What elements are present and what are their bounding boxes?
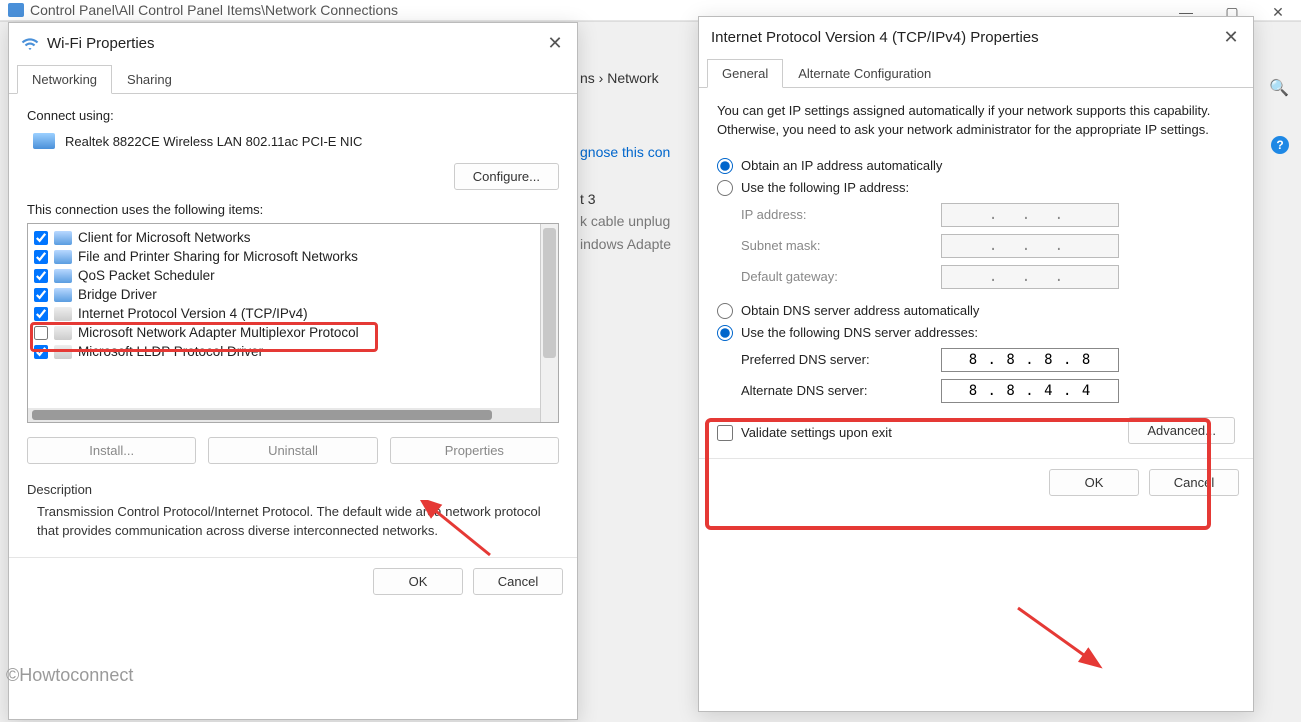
tab-sharing[interactable]: Sharing [112,65,187,94]
network-component-icon [54,288,72,302]
radio-use-dns-label: Use the following DNS server addresses: [741,325,978,340]
cancel-button[interactable]: Cancel [1149,469,1239,496]
diagnose-link[interactable]: gnose this con [580,144,670,160]
wifi-properties-dialog: Wi-Fi Properties ✕ Networking Sharing Co… [8,22,578,720]
item-checkbox[interactable] [34,250,48,264]
install-button[interactable]: Install... [27,437,196,464]
subnet-mask-label: Subnet mask: [741,238,941,253]
preferred-dns-label: Preferred DNS server: [741,352,941,367]
item-label: Client for Microsoft Networks [78,230,251,245]
list-item[interactable]: Microsoft LLDP Protocol Driver [28,342,540,361]
network-component-icon [54,250,72,264]
ok-button[interactable]: OK [373,568,463,595]
item-label: QoS Packet Scheduler [78,268,215,283]
list-item[interactable]: Internet Protocol Version 4 (TCP/IPv4) [28,304,540,323]
adapter-name: Realtek 8822CE Wireless LAN 802.11ac PCI… [65,134,362,149]
configure-button[interactable]: Configure... [454,163,559,190]
item-checkbox[interactable] [34,307,48,321]
ip-address-label: IP address: [741,207,941,222]
radio-obtain-ip-auto[interactable] [717,158,733,174]
info-text: You can get IP settings assigned automat… [717,102,1235,140]
list-item[interactable]: Microsoft Network Adapter Multiplexor Pr… [28,323,540,342]
default-gateway-input: . . . [941,265,1119,289]
close-icon[interactable]: ✕ [545,33,565,54]
preferred-dns-input[interactable]: 8 . 8 . 8 . 8 [941,348,1119,372]
radio-obtain-ip-label: Obtain an IP address automatically [741,158,942,173]
validate-label: Validate settings upon exit [741,425,892,440]
uninstall-button[interactable]: Uninstall [208,437,377,464]
network-component-icon [54,231,72,245]
radio-obtain-dns-auto[interactable] [717,303,733,319]
adapter-icon [33,133,55,149]
dialog-title: Wi-Fi Properties [47,35,155,52]
cancel-button[interactable]: Cancel [473,568,563,595]
item-label: Microsoft Network Adapter Multiplexor Pr… [78,325,359,340]
advanced-button[interactable]: Advanced... [1128,417,1235,444]
breadcrumb[interactable]: ns › Network [580,70,659,86]
description-text: Transmission Control Protocol/Internet P… [27,501,559,543]
alternate-dns-label: Alternate DNS server: [741,383,941,398]
watermark: ©Howtoconnect [6,665,133,686]
description-legend: Description [27,482,559,497]
help-icon[interactable]: ? [1271,136,1289,154]
ok-button[interactable]: OK [1049,469,1139,496]
ip-address-input: . . . [941,203,1119,227]
item-label: Internet Protocol Version 4 (TCP/IPv4) [78,306,308,321]
item-checkbox[interactable] [34,231,48,245]
protocol-icon [54,307,72,321]
close-icon[interactable]: ✕ [1221,27,1241,48]
item-checkbox[interactable] [34,288,48,302]
tab-networking[interactable]: Networking [17,65,112,94]
list-item[interactable]: Client for Microsoft Networks [28,228,540,247]
item-label: Bridge Driver [78,287,157,302]
scrollbar-horizontal[interactable] [28,408,540,422]
wifi-icon [21,35,39,53]
search-icon[interactable]: 🔍 [1269,78,1289,98]
tab-general[interactable]: General [707,59,783,88]
alternate-dns-input[interactable]: 8 . 8 . 4 . 4 [941,379,1119,403]
window-icon [8,3,24,17]
items-label: This connection uses the following items… [27,202,559,217]
item-checkbox[interactable] [34,269,48,283]
item-label: Microsoft LLDP Protocol Driver [78,344,263,359]
default-gateway-label: Default gateway: [741,269,941,284]
ethernet-item[interactable]: t 3 k cable unplug indows Adapte [580,188,671,255]
item-label: File and Printer Sharing for Microsoft N… [78,249,358,264]
radio-obtain-dns-label: Obtain DNS server address automatically [741,303,979,318]
protocol-icon [54,326,72,340]
window-title: Control Panel\All Control Panel Items\Ne… [30,2,398,18]
close-button[interactable]: ✕ [1255,0,1301,24]
protocol-icon [54,345,72,359]
radio-use-ip[interactable] [717,180,733,196]
radio-use-dns[interactable] [717,325,733,341]
validate-checkbox[interactable] [717,425,733,441]
scrollbar-vertical[interactable] [540,224,558,422]
item-checkbox[interactable] [34,326,48,340]
radio-use-ip-label: Use the following IP address: [741,180,909,195]
list-item[interactable]: QoS Packet Scheduler [28,266,540,285]
list-item[interactable]: Bridge Driver [28,285,540,304]
subnet-mask-input: . . . [941,234,1119,258]
connect-using-label: Connect using: [27,108,559,123]
properties-button[interactable]: Properties [390,437,559,464]
item-checkbox[interactable] [34,345,48,359]
list-item[interactable]: File and Printer Sharing for Microsoft N… [28,247,540,266]
dialog-title: Internet Protocol Version 4 (TCP/IPv4) P… [711,29,1039,46]
ipv4-properties-dialog: Internet Protocol Version 4 (TCP/IPv4) P… [698,16,1254,712]
tab-alternate-configuration[interactable]: Alternate Configuration [783,59,946,88]
network-component-icon [54,269,72,283]
connection-items-list[interactable]: Client for Microsoft Networks File and Pr… [27,223,559,423]
